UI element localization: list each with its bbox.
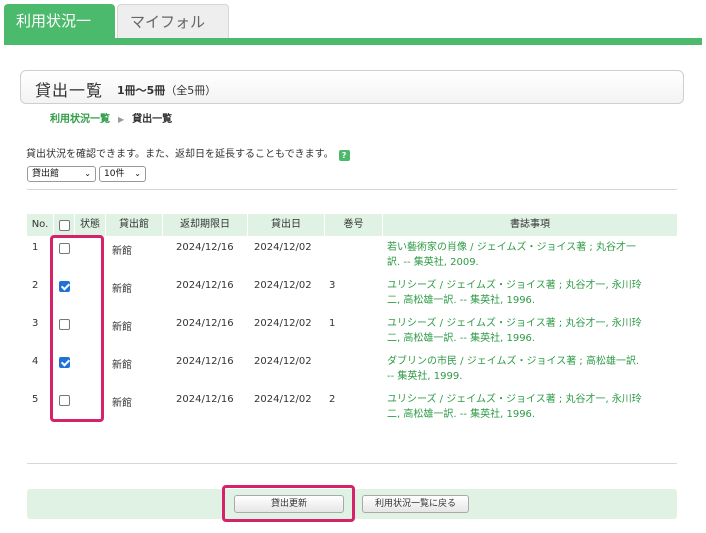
checkbox-column-highlight [50,235,104,422]
sort-select[interactable]: 貸出館 ⌄ [27,166,96,182]
row-title-line1: 若い藝術家の肖像 / ジェイムズ・ジョイス著 ; 丸谷才一 [387,242,636,253]
description-text: 貸出状況を確認できます。また、返却日を延長することもできます。? [26,145,350,161]
divider [27,463,677,464]
table-row: 3 新館 2024/12/16 2024/12/02 1 ユリシーズ / ジェイ… [27,316,677,354]
row-title-line1: ユリシーズ / ジェイムズ・ジョイス著 ; 丸谷才一, 永川玲 [387,280,642,291]
count-range: 1冊～5冊 [117,84,166,97]
per-page-select[interactable]: 10件 ⌄ [99,166,146,182]
select-all-checkbox[interactable] [59,220,70,231]
row-library: 新館 [112,246,132,257]
count-total: （全5冊） [165,84,217,97]
header-status: 状態 [75,214,105,236]
chevron-down-icon: ⌄ [134,169,141,178]
breadcrumb-separator-icon: ▶ [118,115,125,124]
row-loan-date: 2024/12/02 [254,394,312,405]
row-loan-date: 2024/12/02 [254,356,312,367]
renew-button-highlight [222,485,355,522]
page-heading: 貸出一覧 1冊～5冊（全5冊） [20,70,684,104]
filter-controls: 貸出館 ⌄ 10件 ⌄ [27,166,146,182]
row-due-date: 2024/12/16 [176,394,234,405]
row-title-line1: ユリシーズ / ジェイムズ・ジョイス著 ; 丸谷才一, 永川玲 [387,394,642,405]
row-bibliography-link[interactable]: ダブリンの市民 / ジェイムズ・ジョイス著 ; 高松雄一訳. -- 集英社, 19… [387,354,677,384]
header-no: No. [27,214,53,236]
breadcrumb: 利用状況一覧 ▶ 貸出一覧 [50,110,172,125]
header-select-all [54,214,74,236]
item-count: 1冊～5冊（全5冊） [117,82,216,98]
row-title-line1: ダブリンの市民 / ジェイムズ・ジョイス著 ; 高松雄一訳. [387,356,640,367]
divider [27,189,677,190]
tab-bar: 利用状況一覧 マイフォルダ [4,4,231,65]
header-loan-date: 貸出日 [248,214,324,236]
header-bibliography: 書誌事項 [383,214,677,236]
header-due-date: 返却期限日 [163,214,247,236]
tab-underline [4,38,702,45]
row-library: 新館 [112,398,132,409]
header-library: 貸出館 [106,214,162,236]
description-label: 貸出状況を確認できます。また、返却日を延長することもできます。 [26,149,334,160]
row-bibliography-link[interactable]: ユリシーズ / ジェイムズ・ジョイス著 ; 丸谷才一, 永川玲 二, 高松雄一訳.… [387,316,677,346]
row-bibliography-link[interactable]: ユリシーズ / ジェイムズ・ジョイス著 ; 丸谷才一, 永川玲 二, 高松雄一訳.… [387,392,677,422]
row-due-date: 2024/12/16 [176,242,234,253]
row-library: 新館 [112,360,132,371]
breadcrumb-usage-list[interactable]: 利用状況一覧 [50,114,110,125]
per-page-select-value: 10件 [104,169,125,179]
help-icon[interactable]: ? [338,150,350,161]
row-library: 新館 [112,322,132,333]
row-bibliography-link[interactable]: ユリシーズ / ジェイムズ・ジョイス著 ; 丸谷才一, 永川玲 二, 高松雄一訳.… [387,278,677,308]
table-row: 1 新館 2024/12/16 2024/12/02 若い藝術家の肖像 / ジェ… [27,240,677,278]
table-row: 2 新館 2024/12/16 2024/12/02 3 ユリシーズ / ジェイ… [27,278,677,316]
row-library: 新館 [112,284,132,295]
row-due-date: 2024/12/16 [176,318,234,329]
row-title-line2: 二, 高松雄一訳. -- 集英社, 1996. [387,409,536,420]
row-bibliography-link[interactable]: 若い藝術家の肖像 / ジェイムズ・ジョイス著 ; 丸谷才一 訳. -- 集英社, … [387,240,677,270]
back-to-usage-list-button[interactable]: 利用状況一覧に戻る [362,495,469,513]
row-volume: 2 [329,394,336,405]
page-title: 貸出一覧 [35,81,104,100]
row-due-date: 2024/12/16 [176,280,234,291]
row-title-line2: 訳. -- 集英社, 2009. [387,257,479,268]
row-title-line1: ユリシーズ / ジェイムズ・ジョイス著 ; 丸谷才一, 永川玲 [387,318,642,329]
row-volume: 3 [329,280,336,291]
row-volume: 1 [329,318,336,329]
row-no: 1 [32,242,39,253]
row-loan-date: 2024/12/02 [254,318,312,329]
row-loan-date: 2024/12/02 [254,242,312,253]
row-due-date: 2024/12/16 [176,356,234,367]
breadcrumb-current: 貸出一覧 [132,114,173,125]
row-title-line2: 二, 高松雄一訳. -- 集英社, 1996. [387,333,536,344]
chevron-down-icon: ⌄ [84,169,91,178]
header-volume: 巻号 [325,214,382,236]
row-no: 5 [32,394,39,405]
tab-my-folder[interactable]: マイフォルダ [117,4,229,65]
tab-usage-list[interactable]: 利用状況一覧 [4,4,115,64]
row-title-line2: -- 集英社, 1999. [387,371,463,382]
row-no: 3 [32,318,39,329]
sort-select-value: 貸出館 [32,169,60,179]
row-no: 2 [32,280,39,291]
row-loan-date: 2024/12/02 [254,280,312,291]
table-header: No. 状態 貸出館 返却期限日 貸出日 巻号 書誌事項 [27,214,677,236]
table-row: 5 新館 2024/12/16 2024/12/02 2 ユリシーズ / ジェイ… [27,392,677,430]
row-no: 4 [32,356,39,367]
row-title-line2: 二, 高松雄一訳. -- 集英社, 1996. [387,295,536,306]
table-row: 4 新館 2024/12/16 2024/12/02 ダブリンの市民 / ジェイ… [27,354,677,392]
